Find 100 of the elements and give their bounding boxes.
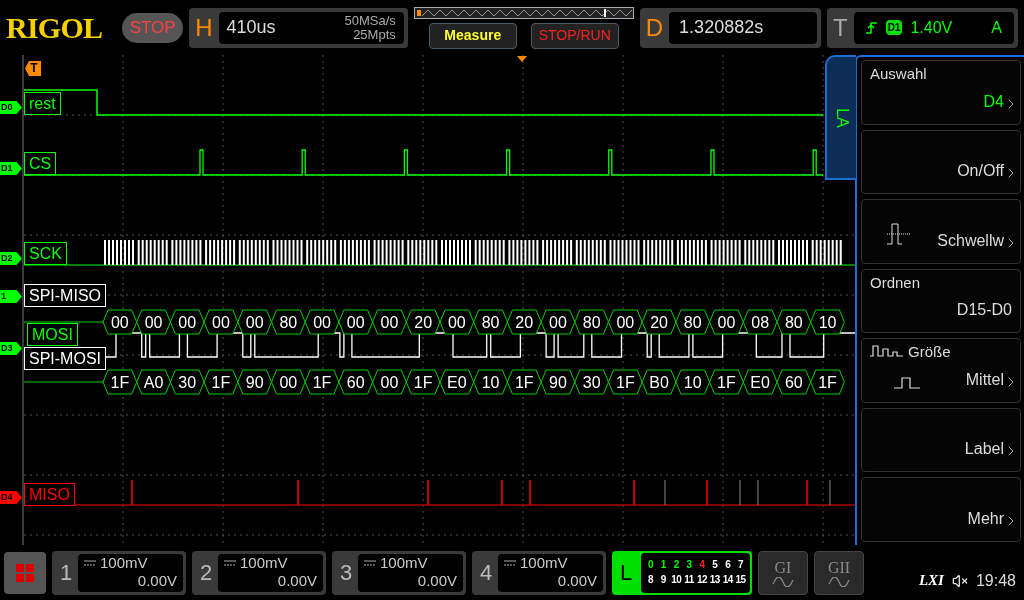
- decoded-byte: 20: [506, 309, 542, 335]
- logic-bit: 6: [724, 559, 732, 571]
- menu-button-value: Mittel: [965, 369, 1004, 390]
- la-tab[interactable]: LA: [825, 55, 856, 180]
- logic-bit: 9: [659, 574, 667, 586]
- sine-wave-icon: [772, 576, 794, 587]
- channel-scale: 100mV: [100, 553, 148, 572]
- decoded-byte: 30: [169, 369, 205, 395]
- channel-tag: D0: [0, 101, 22, 114]
- decoded-byte: 00: [169, 309, 205, 335]
- trigger-mode: A: [991, 17, 1002, 38]
- logic-bit: 15: [734, 574, 747, 586]
- menu-button-value: Label: [964, 439, 1004, 460]
- menu-button[interactable]: Größe Mittel: [861, 338, 1021, 403]
- mute-icon[interactable]: [951, 572, 968, 589]
- menu-button[interactable]: Schwellw: [861, 199, 1021, 264]
- logic-bit: 14: [721, 574, 735, 586]
- timebase-value: 410us: [226, 16, 276, 39]
- logic-bit: 2: [672, 559, 680, 571]
- decoded-byte: 00: [271, 369, 306, 395]
- channel-offset: 0.00V: [277, 571, 317, 590]
- decoded-byte: 90: [237, 369, 272, 395]
- decoded-byte: 00: [203, 309, 239, 335]
- menu-button[interactable]: On/Off: [861, 129, 1021, 195]
- measure-button[interactable]: Measure: [428, 22, 517, 49]
- menu-button-value: D15-D0: [956, 300, 1012, 321]
- menu-button[interactable]: Ordnen D15-D0: [861, 268, 1021, 334]
- decoded-byte: A0: [136, 369, 171, 395]
- logic-panel[interactable]: L 0 1 2 3 4 5 6 7 8 9 10 11 12 13 14 15: [612, 550, 752, 595]
- decoded-byte: 1F: [102, 369, 138, 395]
- decoded-byte: 80: [271, 309, 306, 335]
- channel-panel[interactable]: 3 100mV 0.00V: [332, 550, 466, 595]
- decoded-byte: 00: [608, 309, 643, 335]
- horizontal-key: H: [195, 9, 213, 46]
- menu-button[interactable]: Auswahl D4: [861, 60, 1021, 125]
- logic-bit: 11: [683, 574, 695, 586]
- decoded-byte: 00: [102, 309, 138, 335]
- channel-number: 4: [480, 559, 494, 587]
- grid-icon: [16, 563, 34, 582]
- channel-number: 2: [200, 559, 214, 587]
- bus-label: SPI-MOSI: [24, 347, 106, 370]
- trigger-marker: T: [25, 61, 41, 76]
- clock-time: 19:48: [975, 570, 1016, 591]
- generator-button[interactable]: GII: [814, 550, 864, 595]
- menu-button[interactable]: Label: [861, 407, 1021, 473]
- channel-panel[interactable]: 2 100mV 0.00V: [192, 550, 326, 595]
- delay-value: 1.320882s: [669, 11, 817, 44]
- logic-bit: 8: [646, 574, 655, 586]
- logic-bit: 10: [670, 574, 683, 586]
- channel-label: rest: [24, 92, 61, 115]
- channel-scale: 100mV: [520, 553, 568, 572]
- channel-number: 3: [340, 559, 354, 587]
- decoded-byte: 60: [338, 369, 374, 395]
- menu-button-title: Auswahl: [870, 64, 927, 84]
- generator-button[interactable]: GI: [758, 550, 808, 595]
- decoded-byte: 10: [675, 369, 711, 395]
- pulse-sizes-icon: [870, 345, 904, 358]
- sample-rate: 50MSa/s: [344, 13, 396, 28]
- decoded-byte: 00: [136, 309, 171, 335]
- decoded-byte: 1F: [709, 369, 744, 395]
- menu-button-title: Ordnen: [870, 272, 921, 293]
- delay-panel[interactable]: D 1.320882s: [639, 7, 821, 48]
- logic-bit: 7: [737, 559, 745, 571]
- decoded-byte: 00: [338, 309, 374, 335]
- memory-depth: 25Mpts: [353, 27, 396, 42]
- trigger-panel[interactable]: T D1 1.40V A: [826, 7, 1018, 48]
- decoded-byte: B0: [641, 369, 677, 395]
- menu-button[interactable]: Mehr: [861, 477, 1021, 543]
- dc-coupling-icon: [224, 559, 236, 566]
- decoded-byte: E0: [439, 369, 475, 395]
- channel-panel[interactable]: 1 100mV 0.00V: [52, 550, 186, 595]
- bus-label: SPI-MISO: [24, 284, 106, 307]
- menu-button-value: On/Off: [957, 161, 1004, 182]
- decoded-byte: 1F: [608, 369, 643, 395]
- menu-button-title: Größe: [908, 342, 951, 363]
- decoded-byte: 00: [372, 369, 407, 395]
- lxi-logo: LXI: [918, 571, 944, 591]
- channel-tag: D1: [0, 162, 22, 175]
- channel-panel[interactable]: 4 100mV 0.00V: [472, 550, 606, 595]
- horizontal-panel[interactable]: H 410us 50MSa/s 25Mpts: [189, 7, 408, 48]
- logic-bit: 12: [695, 574, 709, 586]
- decoded-byte: E0: [742, 369, 778, 395]
- dc-coupling-icon: [504, 559, 516, 566]
- decoded-byte: 20: [641, 309, 677, 335]
- channel-label: MOSI: [27, 323, 78, 346]
- decoded-byte: 00: [304, 309, 340, 335]
- channel-offset: 0.00V: [557, 571, 597, 590]
- decoded-byte: 00: [709, 309, 744, 335]
- channel-label: SCK: [24, 242, 67, 265]
- stop-run-button[interactable]: STOP/RUN: [530, 22, 619, 49]
- channel-offset: 0.00V: [137, 571, 177, 590]
- dc-coupling-icon: [364, 559, 376, 566]
- channel-scale: 100mV: [380, 553, 428, 572]
- app-menu-button[interactable]: [4, 551, 46, 594]
- decoded-byte: 00: [540, 309, 576, 335]
- menu-button-value: D4: [983, 91, 1004, 112]
- decoded-byte: 1F: [405, 369, 441, 395]
- logic-bit: 13: [708, 574, 721, 586]
- channel-tag: D3: [0, 342, 22, 355]
- channel-tag: D4: [0, 491, 22, 504]
